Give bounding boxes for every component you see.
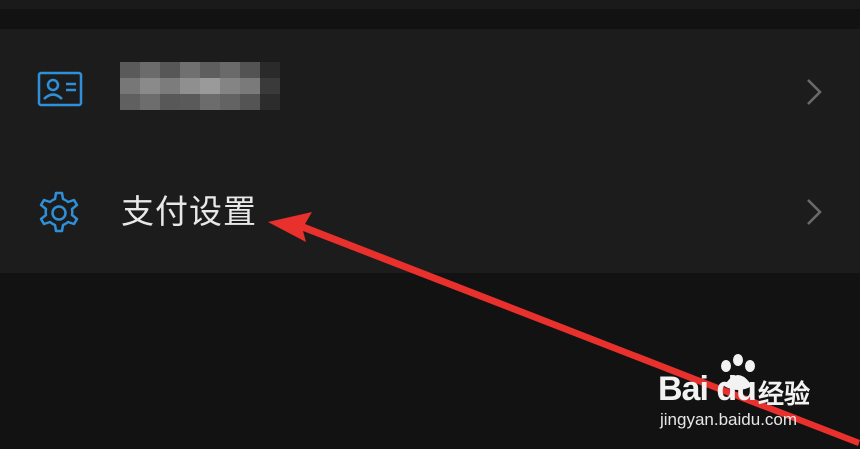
paw-icon xyxy=(716,352,760,400)
section-gap xyxy=(0,9,860,29)
watermark-product: 经验 xyxy=(758,380,811,410)
menu-item-identity[interactable] xyxy=(0,29,860,151)
menu-item-payment-settings[interactable]: 支付设置 xyxy=(0,151,860,273)
baidu-jingyan-watermark: Bai du 经验 jingyan.baidu.com xyxy=(658,352,848,442)
watermark-url: jingyan.baidu.com xyxy=(660,410,798,429)
chevron-right-icon xyxy=(804,197,824,231)
id-card-icon xyxy=(36,70,84,112)
chevron-right-icon xyxy=(804,77,824,111)
top-bar xyxy=(0,0,860,9)
redacted-account-name xyxy=(120,62,280,112)
gear-icon xyxy=(36,190,82,240)
payment-settings-label: 支付设置 xyxy=(121,192,257,231)
settings-menu-card: 支付设置 xyxy=(0,29,860,273)
